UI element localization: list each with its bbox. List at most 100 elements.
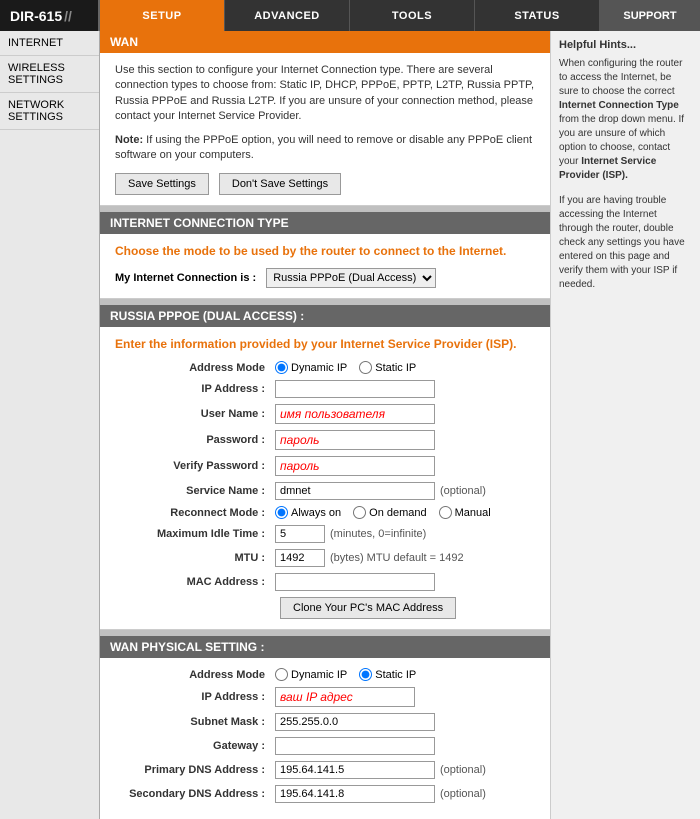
physical-subnet-input[interactable] bbox=[275, 713, 435, 731]
physical-ip-label: IP Address : bbox=[115, 691, 275, 703]
pppoe-verify-password-label: Verify Password : bbox=[115, 460, 275, 472]
pppoe-section-header: RUSSIA PPPOE (DUAL ACCESS) : bbox=[100, 305, 550, 327]
wan-description-section: Use this section to configure your Inter… bbox=[100, 53, 550, 206]
pppoe-mtu-label: MTU : bbox=[115, 552, 275, 564]
conn-type-section-header: INTERNET CONNECTION TYPE bbox=[100, 212, 550, 234]
pppoe-mtu-hint: (bytes) MTU default = 1492 bbox=[330, 552, 464, 564]
physical-dns1-hint: (optional) bbox=[440, 764, 486, 776]
main-layout: INTERNET WIRELESS SETTINGS NETWORK SETTI… bbox=[0, 31, 700, 819]
reconnect-on-demand-label: On demand bbox=[369, 507, 426, 519]
physical-dns2-input[interactable] bbox=[275, 785, 435, 803]
pppoe-reconnect-radios: Always on On demand Manual bbox=[275, 506, 491, 519]
wan-note-text: If using the PPPoE option, you will need… bbox=[115, 134, 532, 161]
physical-dns2-row: Secondary DNS Address : (optional) bbox=[115, 785, 535, 803]
pppoe-address-mode-radios: Dynamic IP Static IP bbox=[275, 361, 416, 374]
pppoe-service-row: Service Name : (optional) bbox=[115, 482, 535, 500]
sidebar-item-wireless[interactable]: WIRELESS SETTINGS bbox=[0, 56, 99, 93]
reconnect-manual-label: Manual bbox=[455, 507, 491, 519]
wan-note-prefix: Note: bbox=[115, 134, 143, 146]
conn-type-row: My Internet Connection is : Russia PPPoE… bbox=[115, 268, 535, 288]
pppoe-username-label: User Name : bbox=[115, 408, 275, 420]
logo-text: DIR-615 bbox=[10, 8, 62, 24]
tab-support[interactable]: SUPPORT bbox=[600, 0, 700, 31]
pppoe-title: Enter the information provided by your I… bbox=[115, 337, 535, 351]
header: DIR-615 // SETUP ADVANCED TOOLS STATUS S… bbox=[0, 0, 700, 31]
sidebar-item-internet[interactable]: INTERNET bbox=[0, 31, 99, 56]
help-text2: If you are having trouble accessing the … bbox=[559, 194, 692, 292]
connection-type-select[interactable]: Russia PPPoE (Dual Access) bbox=[266, 268, 436, 288]
physical-dns2-label: Secondary DNS Address : bbox=[115, 788, 275, 800]
pppoe-ip-row: IP Address : bbox=[115, 380, 535, 398]
pppoe-section: Enter the information provided by your I… bbox=[100, 327, 550, 630]
wan-physical-section: Address Mode Dynamic IP Static IP IP Add… bbox=[100, 658, 550, 819]
tab-setup[interactable]: SETUP bbox=[100, 0, 225, 31]
wan-physical-section-header: WAN PHYSICAL SETTING : bbox=[100, 636, 550, 658]
pppoe-static-ip-option[interactable]: Static IP bbox=[359, 361, 416, 374]
clone-mac-row: Clone Your PC's MAC Address bbox=[280, 597, 535, 619]
pppoe-service-input[interactable] bbox=[275, 482, 435, 500]
help-text1: When configuring the router to access th… bbox=[559, 57, 692, 183]
reconnect-on-demand[interactable]: On demand bbox=[353, 506, 426, 519]
pppoe-mtu-row: MTU : (bytes) MTU default = 1492 bbox=[115, 549, 535, 567]
pppoe-ip-label: IP Address : bbox=[115, 383, 275, 395]
clone-mac-button[interactable]: Clone Your PC's MAC Address bbox=[280, 597, 456, 619]
conn-type-label: My Internet Connection is : bbox=[115, 272, 256, 284]
pppoe-address-mode-label: Address Mode bbox=[115, 362, 275, 374]
pppoe-ip-input[interactable] bbox=[275, 380, 435, 398]
tab-tools[interactable]: TOOLS bbox=[350, 0, 475, 31]
content-area: WAN Use this section to configure your I… bbox=[100, 31, 550, 819]
help-panel: Helpful Hints... When configuring the ro… bbox=[550, 31, 700, 819]
pppoe-password-input[interactable] bbox=[275, 430, 435, 450]
wan-btn-row: Save Settings Don't Save Settings bbox=[115, 173, 535, 195]
pppoe-dynamic-ip-label: Dynamic IP bbox=[291, 362, 347, 374]
pppoe-verify-password-row: Verify Password : bbox=[115, 456, 535, 476]
sidebar: INTERNET WIRELESS SETTINGS NETWORK SETTI… bbox=[0, 31, 100, 819]
pppoe-verify-password-input[interactable] bbox=[275, 456, 435, 476]
reconnect-always-on-label: Always on bbox=[291, 507, 341, 519]
help-text1a: When configuring the router to access th… bbox=[559, 58, 682, 97]
pppoe-reconnect-row: Reconnect Mode : Always on On demand Man… bbox=[115, 506, 535, 519]
tab-advanced[interactable]: ADVANCED bbox=[225, 0, 350, 31]
pppoe-address-mode-row: Address Mode Dynamic IP Static IP bbox=[115, 361, 535, 374]
logo-slash: // bbox=[64, 8, 72, 24]
pppoe-password-row: Password : bbox=[115, 430, 535, 450]
pppoe-username-input[interactable] bbox=[275, 404, 435, 424]
pppoe-mac-input[interactable] bbox=[275, 573, 435, 591]
physical-address-mode-radios: Dynamic IP Static IP bbox=[275, 668, 416, 681]
physical-static-ip-label: Static IP bbox=[375, 669, 416, 681]
dont-save-settings-button[interactable]: Don't Save Settings bbox=[219, 173, 341, 195]
pppoe-reconnect-label: Reconnect Mode : bbox=[115, 507, 275, 519]
pppoe-mac-row: MAC Address : bbox=[115, 573, 535, 591]
physical-subnet-label: Subnet Mask : bbox=[115, 716, 275, 728]
physical-address-mode-row: Address Mode Dynamic IP Static IP bbox=[115, 668, 535, 681]
pppoe-mtu-input[interactable] bbox=[275, 549, 325, 567]
physical-address-mode-label: Address Mode bbox=[115, 669, 275, 681]
help-text1b: Internet Connection Type bbox=[559, 100, 679, 111]
physical-dynamic-ip-label: Dynamic IP bbox=[291, 669, 347, 681]
tab-status[interactable]: STATUS bbox=[475, 0, 600, 31]
logo: DIR-615 // bbox=[0, 0, 100, 31]
sidebar-item-network[interactable]: NETWORK SETTINGS bbox=[0, 93, 99, 130]
pppoe-service-label: Service Name : bbox=[115, 485, 275, 497]
reconnect-manual[interactable]: Manual bbox=[439, 506, 491, 519]
physical-gateway-row: Gateway : bbox=[115, 737, 535, 755]
physical-dynamic-ip[interactable]: Dynamic IP bbox=[275, 668, 347, 681]
conn-type-section: Choose the mode to be used by the router… bbox=[100, 234, 550, 299]
physical-ip-input[interactable] bbox=[275, 687, 415, 707]
save-settings-button[interactable]: Save Settings bbox=[115, 173, 209, 195]
pppoe-idle-time-hint: (minutes, 0=infinite) bbox=[330, 528, 426, 540]
pppoe-static-ip-label: Static IP bbox=[375, 362, 416, 374]
physical-ip-row: IP Address : bbox=[115, 687, 535, 707]
pppoe-idle-time-row: Maximum Idle Time : (minutes, 0=infinite… bbox=[115, 525, 535, 543]
wan-desc: Use this section to configure your Inter… bbox=[115, 63, 535, 125]
physical-subnet-row: Subnet Mask : bbox=[115, 713, 535, 731]
help-title: Helpful Hints... bbox=[559, 39, 692, 51]
physical-static-ip[interactable]: Static IP bbox=[359, 668, 416, 681]
pppoe-dynamic-ip-option[interactable]: Dynamic IP bbox=[275, 361, 347, 374]
pppoe-idle-time-label: Maximum Idle Time : bbox=[115, 528, 275, 540]
wan-note: Note: If using the PPPoE option, you wil… bbox=[115, 133, 535, 164]
pppoe-idle-time-input[interactable] bbox=[275, 525, 325, 543]
physical-gateway-input[interactable] bbox=[275, 737, 435, 755]
reconnect-always-on[interactable]: Always on bbox=[275, 506, 341, 519]
physical-dns1-input[interactable] bbox=[275, 761, 435, 779]
